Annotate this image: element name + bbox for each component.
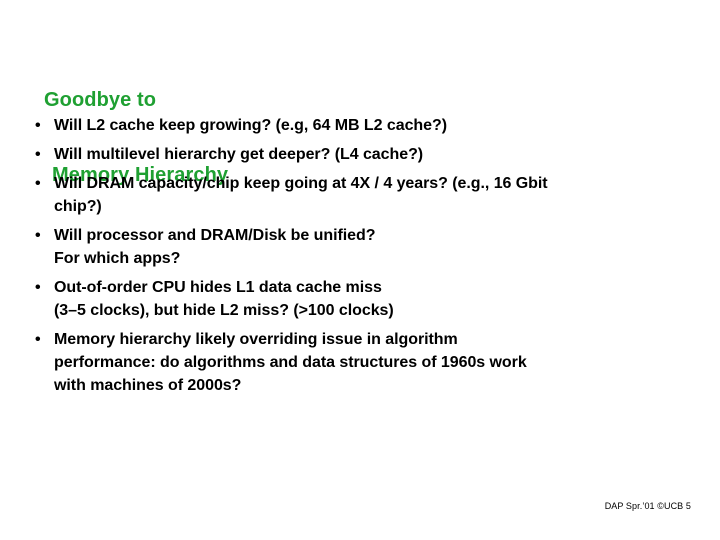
list-item-line: Will DRAM capacity/chip keep going at 4X… [54, 175, 548, 192]
list-item-line: performance: do algorithms and data stru… [54, 354, 527, 371]
bullet-icon: • [35, 279, 41, 296]
list-item-text: Will processor and DRAM/Disk be unified?… [54, 224, 700, 270]
list-item-text: Will DRAM capacity/chip keep going at 4X… [54, 172, 700, 218]
list-item-line: with machines of 2000s? [54, 377, 242, 394]
list-item-line: Memory hierarchy likely overriding issue… [54, 331, 458, 348]
slide-canvas: Goodbye to Memory Hierarchy • Will L2 ca… [0, 0, 720, 540]
bullet-icon: • [35, 175, 41, 192]
bullet-list: • Will L2 cache keep growing? (e.g, 64 M… [28, 114, 700, 397]
list-item-line: (3–5 clocks), but hide L2 miss? (>100 cl… [54, 302, 394, 319]
list-item: • Will DRAM capacity/chip keep going at … [28, 172, 700, 218]
list-item-line: chip?) [54, 198, 102, 215]
list-item-line: For which apps? [54, 250, 181, 267]
bullet-icon: • [35, 117, 41, 134]
bullet-icon: • [35, 331, 41, 348]
list-item-line: Out-of-order CPU hides L1 data cache mis… [54, 279, 382, 296]
bullet-icon: • [35, 146, 41, 163]
list-item-text: Will L2 cache keep growing? (e.g, 64 MB … [54, 114, 700, 137]
list-item: • Will processor and DRAM/Disk be unifie… [28, 224, 700, 270]
bullet-icon: • [35, 227, 41, 244]
list-item-text: Memory hierarchy likely overriding issue… [54, 328, 700, 397]
list-item: • Out-of-order CPU hides L1 data cache m… [28, 276, 700, 322]
list-item-line: Will L2 cache keep growing? (e.g, 64 MB … [54, 117, 448, 134]
page-title-line-1: Goodbye to [44, 89, 157, 111]
list-item-line: Will processor and DRAM/Disk be unified? [54, 227, 376, 244]
list-item: • Will multilevel hierarchy get deeper? … [28, 143, 700, 166]
list-item-line: Will multilevel hierarchy get deeper? (L… [54, 146, 424, 163]
list-item: • Memory hierarchy likely overriding iss… [28, 328, 700, 397]
slide-footer: DAP Spr.’01 ©UCB 5 [604, 501, 691, 511]
list-item-text: Will multilevel hierarchy get deeper? (L… [54, 143, 700, 166]
list-item: • Will L2 cache keep growing? (e.g, 64 M… [28, 114, 700, 137]
list-item-text: Out-of-order CPU hides L1 data cache mis… [54, 276, 700, 322]
